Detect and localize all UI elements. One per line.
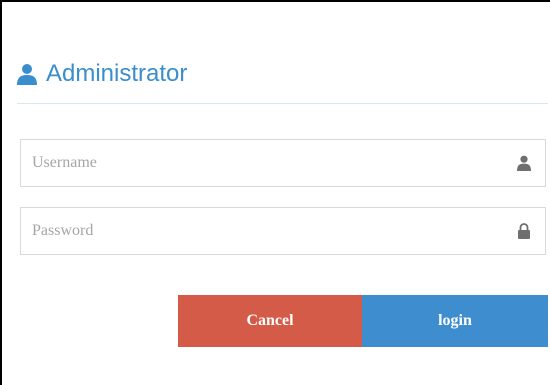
user-icon — [17, 64, 37, 85]
username-input[interactable] — [21, 140, 545, 186]
login-title: Administrator — [46, 60, 188, 87]
login-panel: Administrator Cancel login — [0, 0, 550, 385]
user-icon — [517, 155, 531, 171]
password-field[interactable] — [20, 207, 546, 255]
password-input[interactable] — [21, 208, 545, 254]
cancel-button[interactable]: Cancel — [178, 295, 362, 347]
login-header: Administrator — [17, 60, 187, 88]
username-field[interactable] — [20, 139, 546, 187]
login-button[interactable]: login — [362, 295, 548, 347]
header-divider — [17, 103, 548, 104]
lock-icon — [518, 223, 530, 239]
